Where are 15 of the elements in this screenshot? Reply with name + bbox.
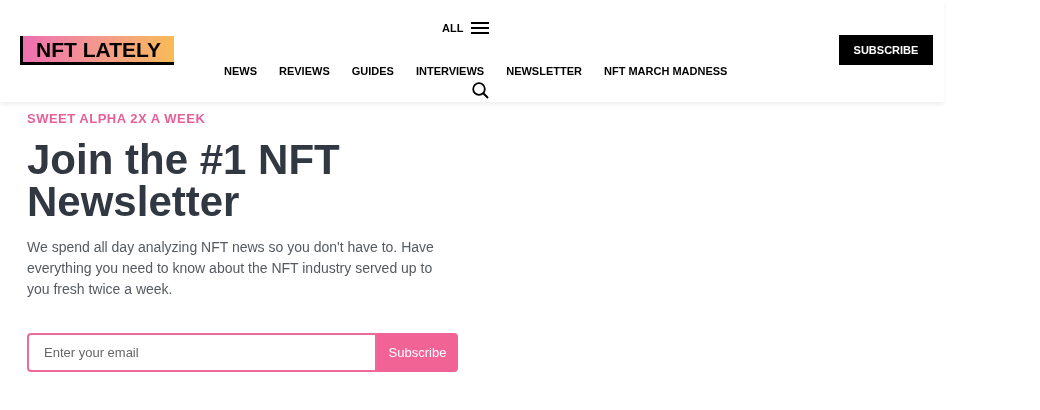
all-menu-button[interactable]: ALL — [442, 20, 490, 37]
menu-icon — [471, 22, 490, 35]
nav-link[interactable]: GUIDES — [351, 63, 394, 80]
nav-link[interactable]: REVIEWS — [279, 63, 330, 80]
nav-link[interactable]: NFT MARCH MADNESS — [603, 63, 728, 80]
nav-link[interactable]: INTERVIEWS — [415, 63, 485, 80]
email-field[interactable]: Enter your email — [27, 333, 377, 372]
nav-link[interactable]: NEWSLETTER — [506, 63, 582, 80]
eyebrow-text: SWEET ALPHA 2X A WEEK — [27, 111, 207, 127]
subscribe-button[interactable]: SUBSCRIBE — [839, 35, 933, 65]
description: We spend all day analyzing NFT news so you don't have to. Have everything you need to know about the NFT industry served up to you fresh twice a week. — [27, 238, 435, 299]
search-icon[interactable] — [472, 82, 489, 99]
nav-link[interactable]: NEWS — [224, 63, 257, 80]
heading: Join the #1 NFT Newsletter — [27, 139, 341, 223]
logo[interactable]: NFT LATELY — [20, 36, 174, 65]
